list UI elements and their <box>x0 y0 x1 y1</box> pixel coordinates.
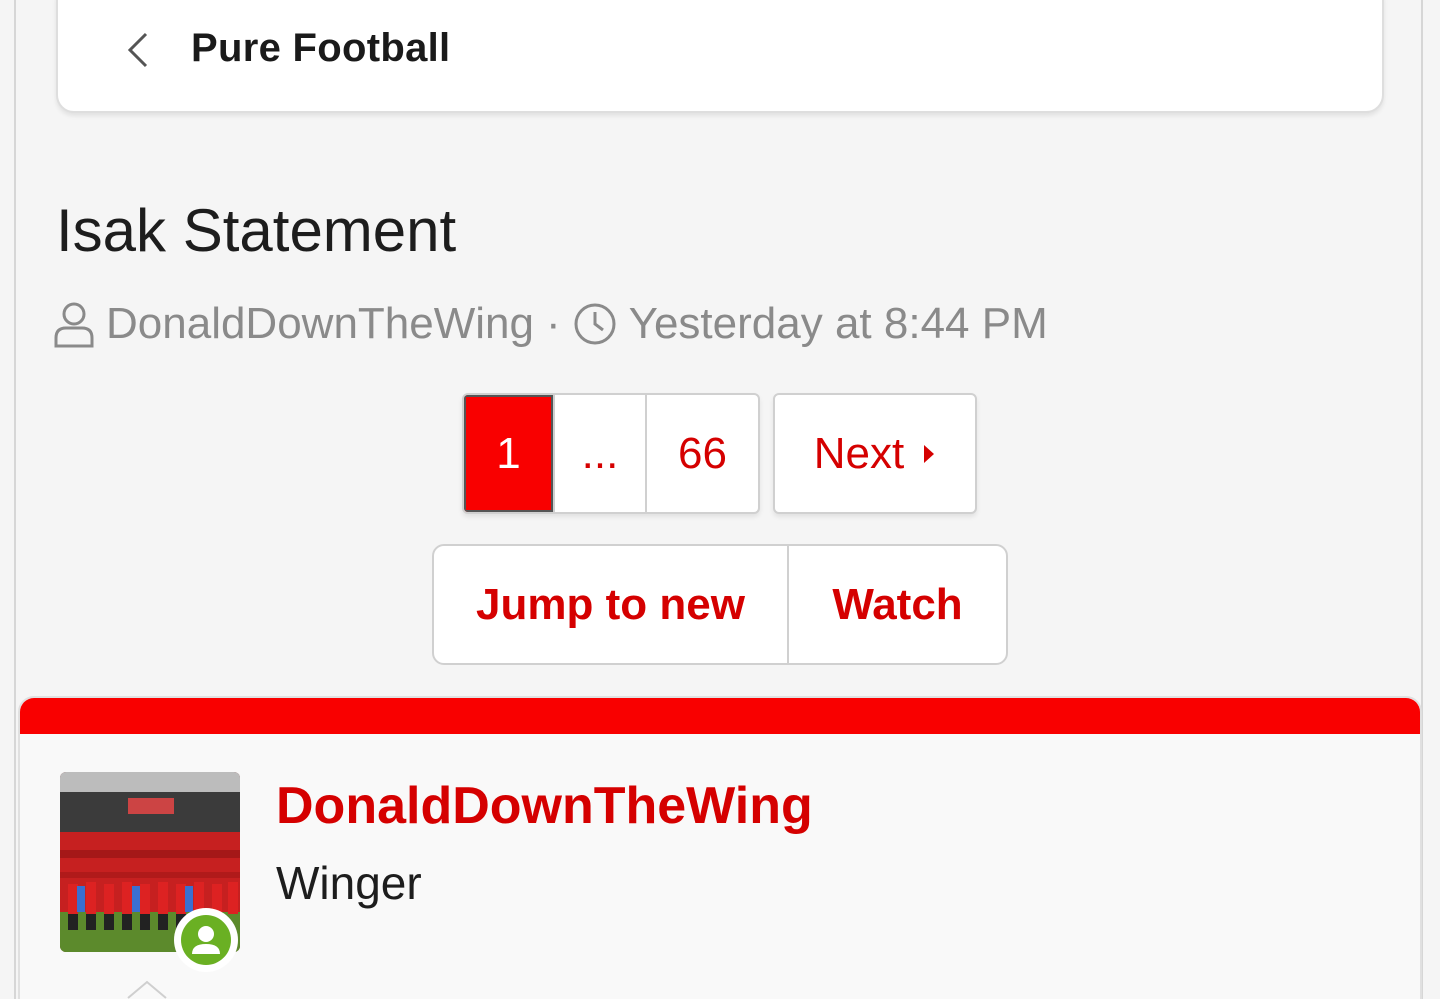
thread-timestamp[interactable]: Yesterday at 8:44 PM <box>629 299 1048 349</box>
meta-separator: · <box>546 299 561 348</box>
page-border-left <box>14 0 16 999</box>
caret-up-icon <box>127 980 167 999</box>
pagination: 1 ... 66 <box>462 393 760 514</box>
next-label: Next <box>813 428 905 478</box>
online-user-icon <box>181 915 231 965</box>
next-page-button[interactable]: Next <box>773 393 977 514</box>
clock-icon <box>574 303 616 345</box>
page-title: Isak Statement <box>56 197 457 264</box>
post-username[interactable]: DonaldDownTheWing <box>276 776 813 836</box>
thread-meta: DonaldDownTheWing · Yesterday at 8:44 PM <box>54 296 1048 352</box>
chevron-left-icon[interactable] <box>120 28 160 72</box>
thread-actions: Jump to new Watch <box>432 544 1008 665</box>
online-status-badge <box>174 908 238 972</box>
caret-right-icon <box>924 444 935 463</box>
page-66-button[interactable]: 66 <box>645 395 758 512</box>
post-header-bar <box>20 698 1420 734</box>
thread-author[interactable]: DonaldDownTheWing <box>106 299 534 349</box>
breadcrumb-title[interactable]: Pure Football <box>191 26 450 71</box>
page-1-button[interactable]: 1 <box>464 395 553 512</box>
page-ellipsis-button[interactable]: ... <box>553 395 645 512</box>
watch-button[interactable]: Watch <box>787 546 1006 663</box>
jump-to-new-button[interactable]: Jump to new <box>434 546 787 663</box>
user-icon <box>54 302 94 348</box>
post-user-title: Winger <box>276 857 422 909</box>
